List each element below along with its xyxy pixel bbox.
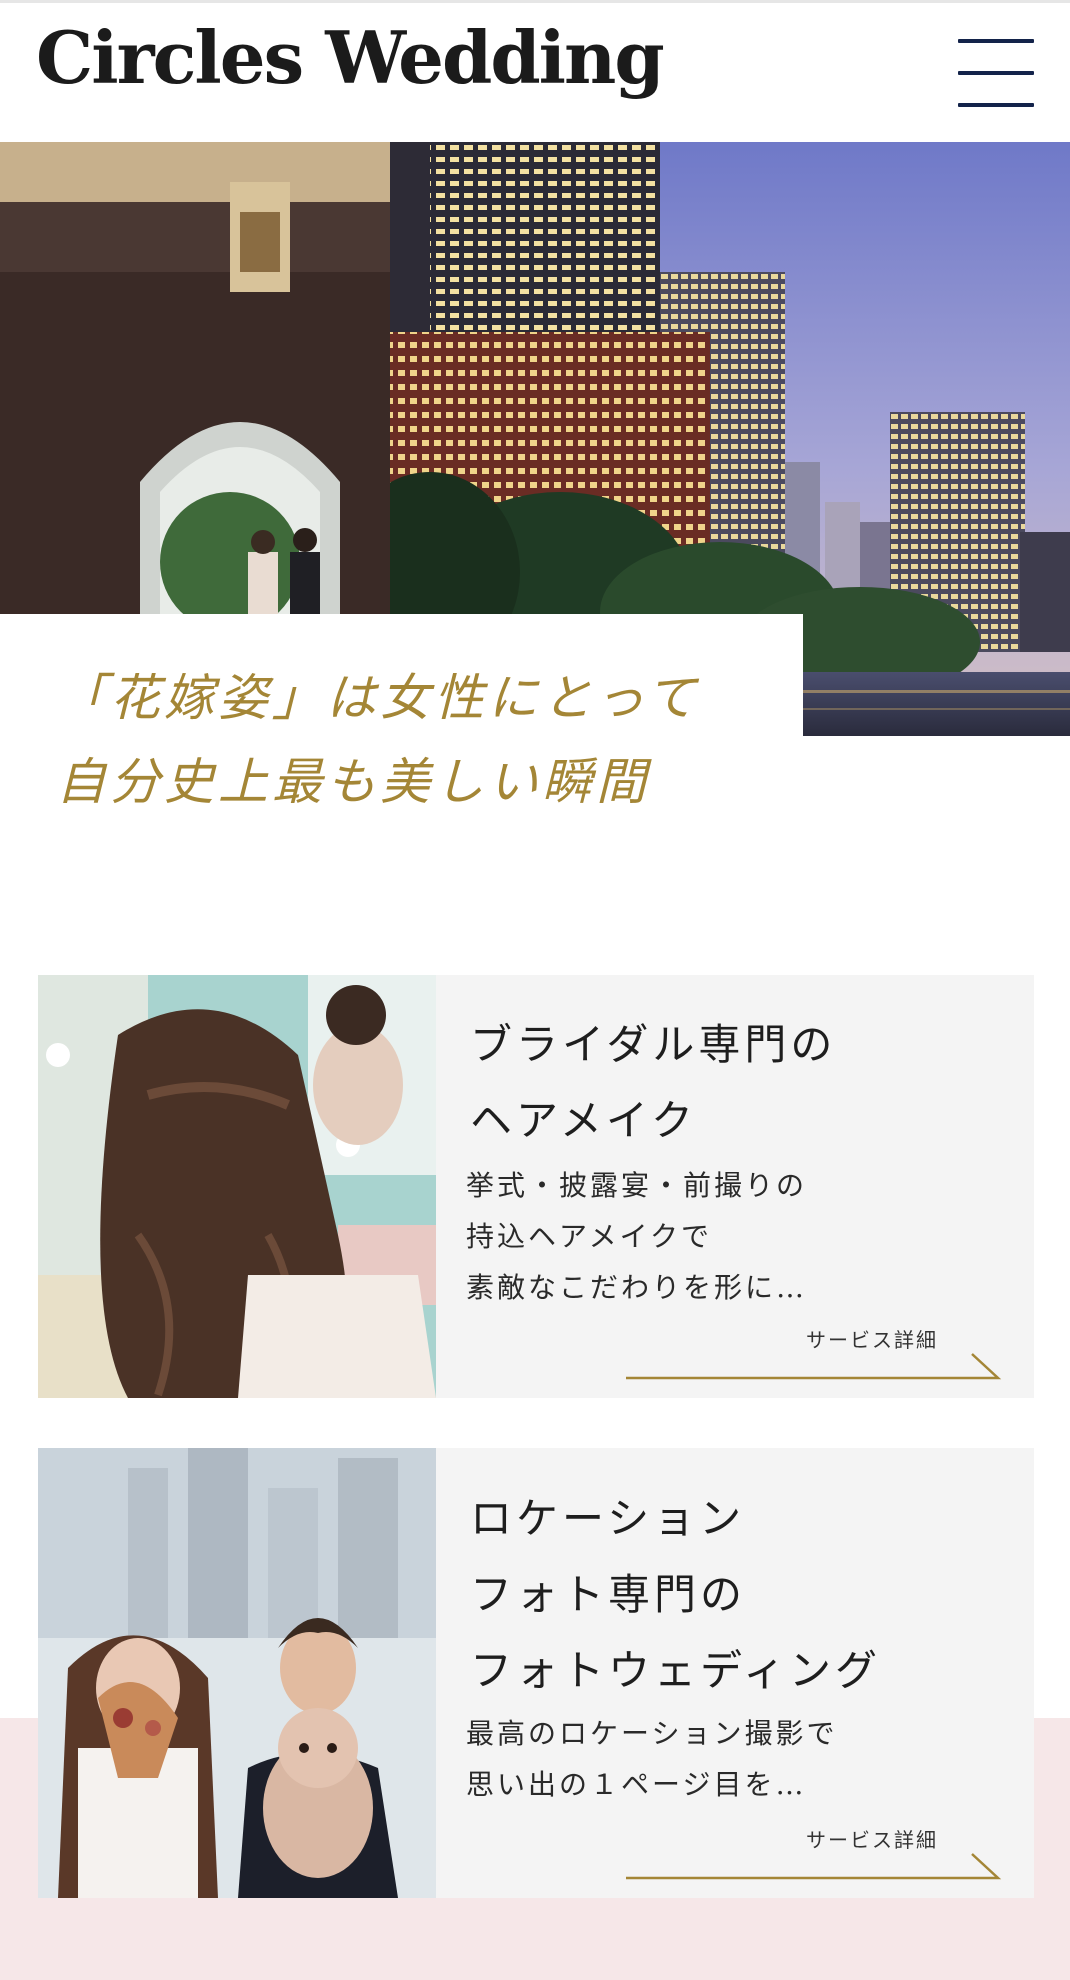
- service-detail-link[interactable]: サービス詳細: [626, 1824, 1004, 1884]
- title-line: ブライダル専門の: [470, 1020, 837, 1069]
- desc-line: 素敵なこだわりを形に…: [466, 1271, 808, 1304]
- site-header: Circles Wedding: [0, 0, 1070, 142]
- tagline-line: 自分史上最も美しい瞬間: [56, 753, 650, 811]
- arrow-right-icon: [626, 1853, 1002, 1880]
- title-line: ロケーション: [470, 1494, 746, 1543]
- desc-line: 思い出の１ページ目を…: [466, 1768, 807, 1801]
- desc-line: 挙式・披露宴・前撮りの: [466, 1169, 808, 1202]
- site-logo[interactable]: Circles Wedding: [36, 15, 665, 100]
- service-card-hairmake[interactable]: ブライダル専門の ヘアメイク 挙式・披露宴・前撮りの 持込ヘアメイクで 素敵なこ…: [38, 975, 1034, 1398]
- hero-tagline: 「花嫁姿」は女性にとって 自分史上最も美しい瞬間: [56, 656, 700, 824]
- menu-bar: [958, 71, 1034, 75]
- arrow-right-icon: [626, 1353, 1002, 1380]
- menu-bar: [958, 103, 1034, 107]
- service-title: ロケーション フォト専門の フォトウェディング: [470, 1481, 881, 1709]
- tagline-line: 「花嫁姿」は女性にとって: [56, 669, 700, 727]
- couple-with-dog-photo: [38, 1448, 436, 1898]
- service-description: 挙式・披露宴・前撮りの 持込ヘアメイクで 素敵なこだわりを形に…: [466, 1160, 807, 1313]
- bride-hair-photo: [38, 975, 436, 1398]
- service-card-photo-wedding[interactable]: ロケーション フォト専門の フォトウェディング 最高のロケーション撮影で 思い出…: [38, 1448, 1034, 1898]
- hamburger-menu-icon[interactable]: [958, 39, 1034, 107]
- service-title: ブライダル専門の ヘアメイク: [470, 1007, 836, 1159]
- service-detail-link[interactable]: サービス詳細: [626, 1324, 1004, 1384]
- title-line: フォトウェディング: [470, 1646, 882, 1695]
- desc-line: 最高のロケーション撮影で: [466, 1717, 838, 1750]
- desc-line: 持込ヘアメイクで: [466, 1220, 713, 1253]
- title-line: フォト専門の: [470, 1570, 747, 1619]
- menu-bar: [958, 39, 1034, 43]
- title-line: ヘアメイク: [470, 1096, 698, 1145]
- service-description: 最高のロケーション撮影で 思い出の１ページ目を…: [466, 1708, 837, 1810]
